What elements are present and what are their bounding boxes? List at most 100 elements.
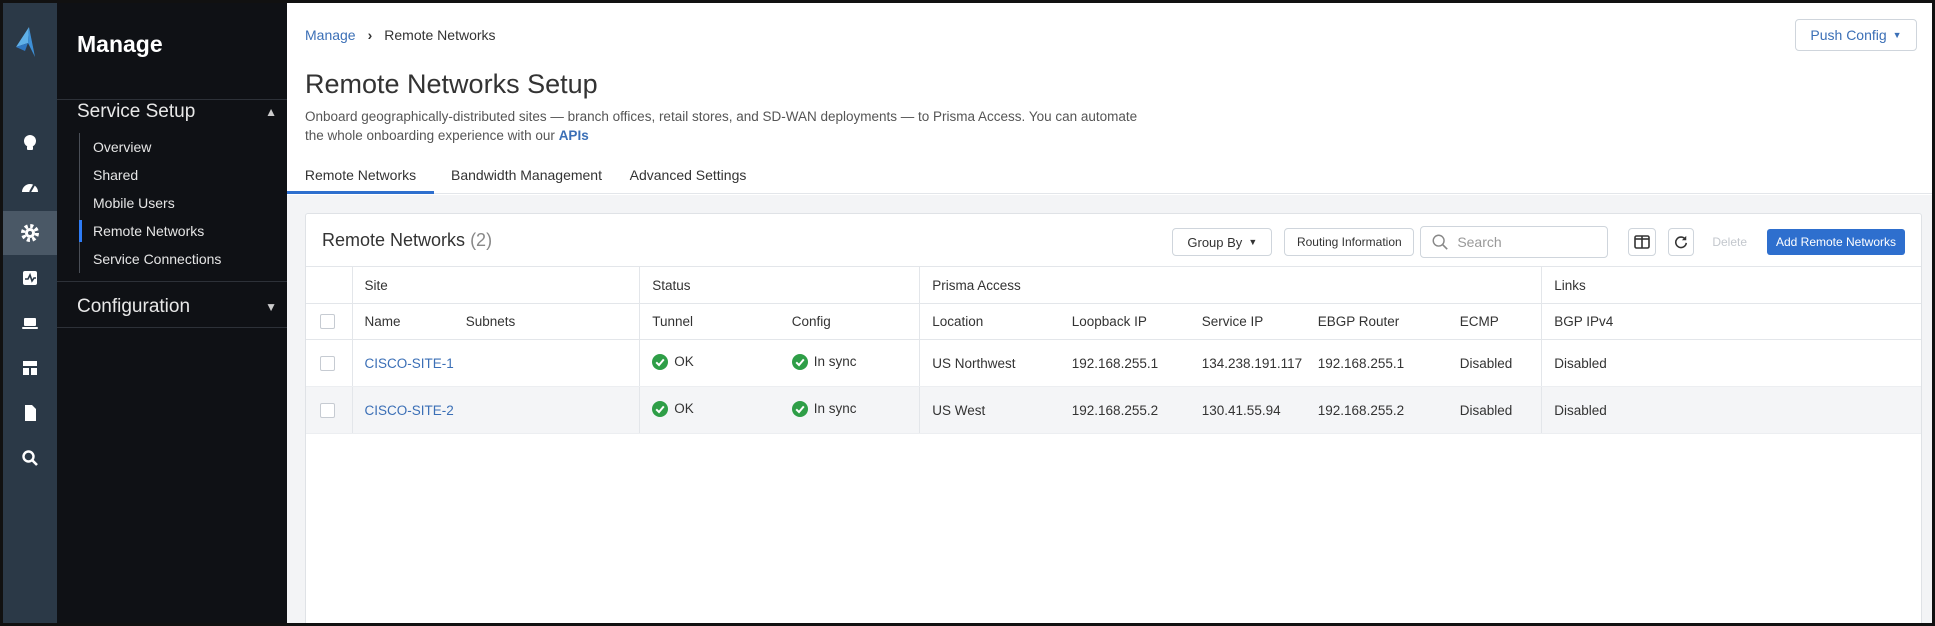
columns-icon — [1634, 235, 1651, 249]
column-header-subnets[interactable]: Subnets — [453, 303, 641, 340]
card-title-text: Remote Networks — [322, 230, 466, 250]
row-checkbox[interactable] — [320, 402, 335, 418]
nav-title: Manage — [77, 31, 163, 57]
select-all-checkbox[interactable] — [320, 314, 335, 330]
table-toolbar: Group By ▼ Routing Information Search De… — [1172, 226, 1905, 258]
routing-information-button[interactable]: Routing Information — [1284, 228, 1415, 256]
table-header-row: Name Subnets Tunnel Config Location Loop… — [306, 303, 1921, 340]
breadcrumb-current: Remote Networks — [384, 27, 496, 43]
nav-panel: Manage Service Setup ▲ Overview Shared M… — [57, 3, 287, 623]
ebgp-router-cell: 192.168.255.1 — [1305, 339, 1448, 387]
service-ip-cell: 134.238.191.117 — [1189, 339, 1306, 387]
column-header-loopback-ip[interactable]: Loopback IP — [1059, 303, 1190, 340]
app-logo-icon[interactable] — [13, 25, 43, 59]
nav-divider — [57, 327, 287, 328]
subnets-cell — [453, 339, 641, 387]
main-content: Manage › Remote Networks Push Config ▼ R… — [287, 3, 1932, 623]
nav-section-service-setup[interactable]: Service Setup ▲ — [77, 100, 277, 124]
tunnel-status: OK — [674, 354, 694, 369]
nav-item-mobile-users[interactable]: Mobile Users — [80, 189, 287, 217]
card-title: Remote Networks (2) — [322, 230, 492, 251]
app-window: Manage Service Setup ▲ Overview Shared M… — [0, 0, 1935, 626]
tab-bandwidth-management[interactable]: Bandwidth Management — [434, 161, 619, 194]
config-status: In sync — [813, 401, 857, 416]
tab-advanced-settings[interactable]: Advanced Settings — [619, 161, 757, 194]
column-header-config[interactable]: Config — [779, 303, 921, 340]
tunnel-status: OK — [674, 401, 694, 416]
check-circle-icon — [652, 400, 669, 417]
nav-item-overview[interactable]: Overview — [80, 133, 287, 161]
remote-networks-table: Site Status Prisma Access Links Name Sub… — [306, 266, 1921, 434]
search-icon[interactable] — [3, 436, 57, 480]
group-by-button[interactable]: Group By ▼ — [1172, 228, 1273, 256]
breadcrumb-manage[interactable]: Manage — [305, 27, 356, 43]
nav-divider — [57, 281, 287, 282]
table-row[interactable]: CISCO-SITE-2 OK In sync US West 192.168.… — [306, 386, 1921, 434]
delete-button[interactable]: Delete — [1712, 228, 1747, 256]
column-header-tunnel[interactable]: Tunnel — [639, 303, 780, 340]
tab-bar: Remote Networks Bandwidth Management Adv… — [287, 161, 1932, 194]
nav-section-configuration[interactable]: Configuration ▼ — [77, 295, 277, 319]
group-header-links: Links — [1541, 266, 1921, 304]
nav-section-label: Configuration — [77, 296, 191, 317]
column-header-name[interactable]: Name — [352, 303, 454, 340]
add-remote-networks-button[interactable]: Add Remote Networks — [1767, 229, 1905, 255]
apis-link[interactable]: APIs — [559, 128, 589, 143]
activity-icon[interactable] — [3, 256, 57, 300]
group-header-site: Site — [352, 266, 641, 304]
layout-icon[interactable] — [3, 346, 57, 390]
nav-item-shared[interactable]: Shared — [80, 161, 287, 189]
push-config-button[interactable]: Push Config ▼ — [1795, 19, 1917, 51]
row-checkbox[interactable] — [320, 355, 335, 371]
remote-networks-card: Remote Networks (2) Group By ▼ Routing I… — [305, 213, 1922, 623]
site-name-cell: CISCO-SITE-2 — [352, 386, 454, 434]
nav-section-label: Service Setup — [77, 101, 196, 122]
site-name-link[interactable]: CISCO-SITE-1 — [365, 356, 454, 371]
site-name-cell: CISCO-SITE-1 — [352, 339, 454, 387]
ebgp-router-cell: 192.168.255.2 — [1305, 386, 1448, 434]
chevron-up-icon: ▲ — [265, 105, 277, 119]
columns-toggle-button[interactable] — [1628, 228, 1657, 256]
row-checkbox-cell — [306, 339, 353, 387]
column-header-ebgp-router[interactable]: EBGP Router — [1305, 303, 1448, 340]
page-description-text: Onboard geographically-distributed sites… — [305, 109, 1138, 143]
tab-remote-networks[interactable]: Remote Networks — [287, 161, 434, 194]
chevron-down-icon: ▼ — [1248, 237, 1258, 247]
group-by-label: Group By — [1187, 234, 1243, 250]
document-icon[interactable] — [3, 391, 57, 435]
laptop-icon[interactable] — [3, 301, 57, 345]
bgp-ipv4-cell: Disabled — [1541, 386, 1921, 434]
gear-icon[interactable] — [3, 211, 57, 255]
table-row[interactable]: CISCO-SITE-1 OK In sync US Northwest 192… — [306, 339, 1921, 387]
dashboard-icon[interactable] — [3, 166, 57, 210]
group-header-prisma-access: Prisma Access — [919, 266, 1543, 304]
chevron-down-icon: ▼ — [265, 300, 277, 314]
column-header-location[interactable]: Location — [919, 303, 1060, 340]
icon-rail — [3, 3, 57, 623]
loopback-ip-cell: 192.168.255.2 — [1059, 386, 1190, 434]
page-title: Remote Networks Setup — [305, 69, 598, 99]
column-header-service-ip[interactable]: Service IP — [1189, 303, 1306, 340]
lightbulb-icon[interactable] — [3, 121, 57, 165]
refresh-icon — [1675, 235, 1688, 249]
push-config-label: Push Config — [1810, 27, 1887, 43]
card-title-count: (2) — [470, 230, 493, 250]
table-group-header-row: Site Status Prisma Access Links — [306, 266, 1921, 304]
refresh-button[interactable] — [1668, 228, 1695, 256]
check-circle-icon — [652, 353, 669, 370]
service-ip-cell: 130.41.55.94 — [1189, 386, 1306, 434]
group-header-spacer — [306, 266, 353, 304]
ecmp-cell: Disabled — [1447, 339, 1543, 387]
nav-item-remote-networks[interactable]: Remote Networks — [79, 217, 287, 245]
nav-item-service-connections[interactable]: Service Connections — [80, 245, 287, 273]
breadcrumb: Manage › Remote Networks — [305, 27, 496, 43]
column-header-ecmp[interactable]: ECMP — [1447, 303, 1543, 340]
location-cell: US Northwest — [919, 339, 1060, 387]
column-header-bgp-ipv4[interactable]: BGP IPv4 — [1541, 303, 1921, 340]
tunnel-cell: OK — [639, 339, 780, 387]
site-name-link[interactable]: CISCO-SITE-2 — [365, 403, 454, 418]
page-description: Onboard geographically-distributed sites… — [305, 107, 1145, 145]
nav-subitems: Overview Shared Mobile Users Remote Netw… — [79, 133, 287, 273]
search-input[interactable] — [1457, 234, 1598, 250]
check-circle-icon — [791, 400, 808, 417]
